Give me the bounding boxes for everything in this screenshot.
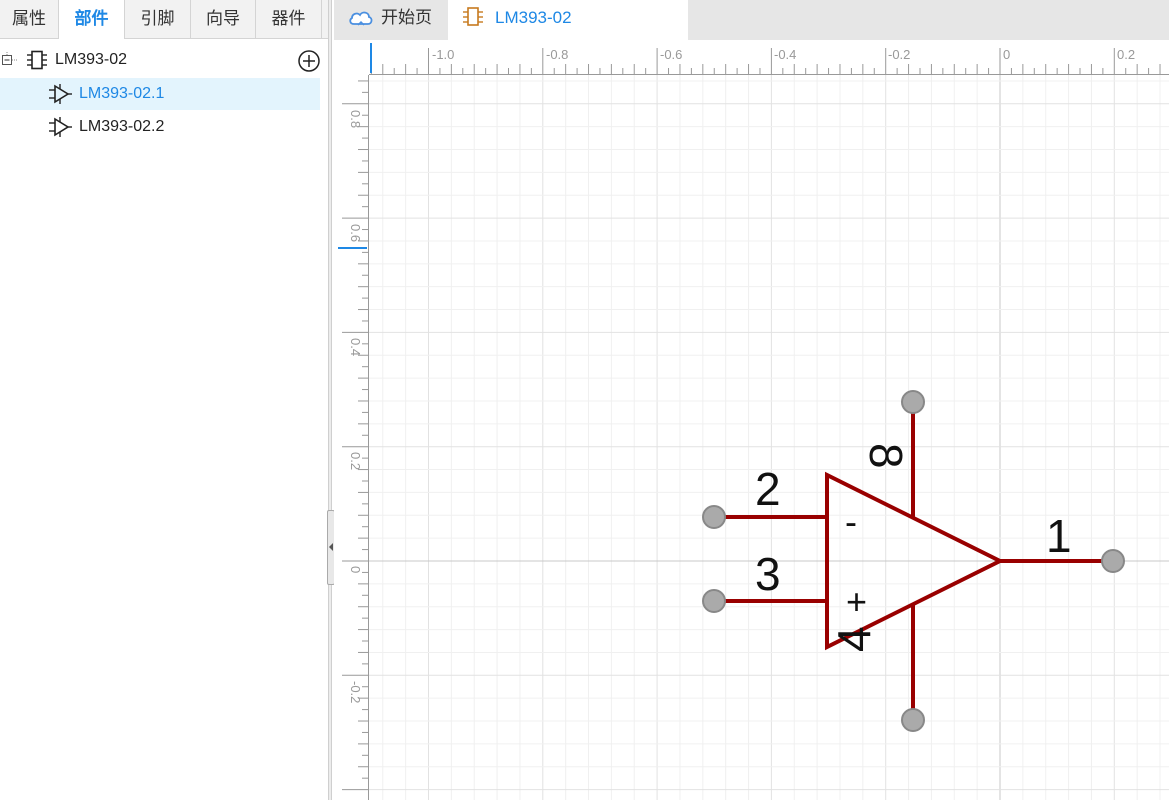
pin-number-1: 1 xyxy=(1046,510,1072,562)
ruler-label: 0 xyxy=(1003,47,1010,62)
ruler-label: -0.8 xyxy=(546,47,568,62)
canvas-grid xyxy=(369,75,1169,800)
document-tab-bar: 开始页 LM393-02 xyxy=(334,0,1169,40)
chip-icon xyxy=(463,7,483,26)
chip-icon xyxy=(27,50,47,70)
tab-label: LM393-02 xyxy=(495,8,572,27)
ruler-label: -0.4 xyxy=(774,47,796,62)
tab-pins[interactable]: 引脚 xyxy=(125,0,191,38)
ruler-label: -1.0 xyxy=(432,47,454,62)
tab-wizard[interactable]: 向导 xyxy=(191,0,256,38)
pin-number-2: 2 xyxy=(755,463,781,515)
ruler-label: 0.2 xyxy=(1117,47,1135,62)
pin-1-endpoint[interactable] xyxy=(1101,549,1125,573)
left-tab-bar: 属性 部件 引脚 向导 器件 xyxy=(0,0,328,39)
panel-splitter[interactable] xyxy=(328,0,332,800)
tab-lm393-02[interactable]: LM393-02 xyxy=(448,0,688,40)
pin-number-4: 4 xyxy=(828,626,880,652)
tree-item-part-2[interactable]: LM393-02.2 xyxy=(0,111,320,143)
pin-3-endpoint[interactable] xyxy=(702,589,726,613)
opamp-icon xyxy=(49,84,72,104)
ruler-label: 0.4 xyxy=(348,338,363,356)
pin-8-endpoint[interactable] xyxy=(901,390,925,414)
tab-parts[interactable]: 部件 xyxy=(59,0,125,39)
ruler-label: -0.2 xyxy=(348,681,363,703)
ruler-label: -0.2 xyxy=(888,47,910,62)
top-ruler xyxy=(334,40,1169,75)
collapse-icon[interactable] xyxy=(2,52,18,68)
left-panel: 属性 部件 引脚 向导 器件 LM393-02 LM393-02.1 LM393… xyxy=(0,0,328,800)
ruler-label: -0.6 xyxy=(660,47,682,62)
pin-2-endpoint[interactable] xyxy=(702,505,726,529)
ruler-label: 0.2 xyxy=(348,452,363,470)
opamp-icon xyxy=(49,117,72,137)
minus-sign: - xyxy=(845,501,857,542)
pin-number-3: 3 xyxy=(755,548,781,600)
ruler-label: 0.6 xyxy=(348,224,363,242)
add-part-icon[interactable] xyxy=(297,49,321,73)
pin-number-8: 8 xyxy=(860,443,912,469)
tree-root-row[interactable]: LM393-02 xyxy=(0,44,320,76)
tree-item-part-1[interactable]: LM393-02.1 xyxy=(0,78,320,110)
tab-label: 开始页 xyxy=(381,8,432,27)
tab-start-page[interactable]: 开始页 xyxy=(334,0,448,40)
ruler-label: 0.8 xyxy=(348,110,363,128)
plus-sign: + xyxy=(846,581,867,622)
ruler-label: 0 xyxy=(348,566,363,573)
pin-4-endpoint[interactable] xyxy=(901,708,925,732)
tree-item-label: LM393-02.1 xyxy=(79,85,165,102)
tree-root-label: LM393-02 xyxy=(55,51,128,68)
tree-item-label: LM393-02.2 xyxy=(79,118,165,135)
symbol-canvas[interactable]: -1.0 -0.8 -0.6 -0.4 -0.2 0 0.2 0.8 0.6 0… xyxy=(334,40,1169,800)
tab-devices[interactable]: 器件 xyxy=(256,0,322,38)
tab-properties[interactable]: 属性 xyxy=(0,0,59,38)
cloud-icon xyxy=(349,11,373,26)
